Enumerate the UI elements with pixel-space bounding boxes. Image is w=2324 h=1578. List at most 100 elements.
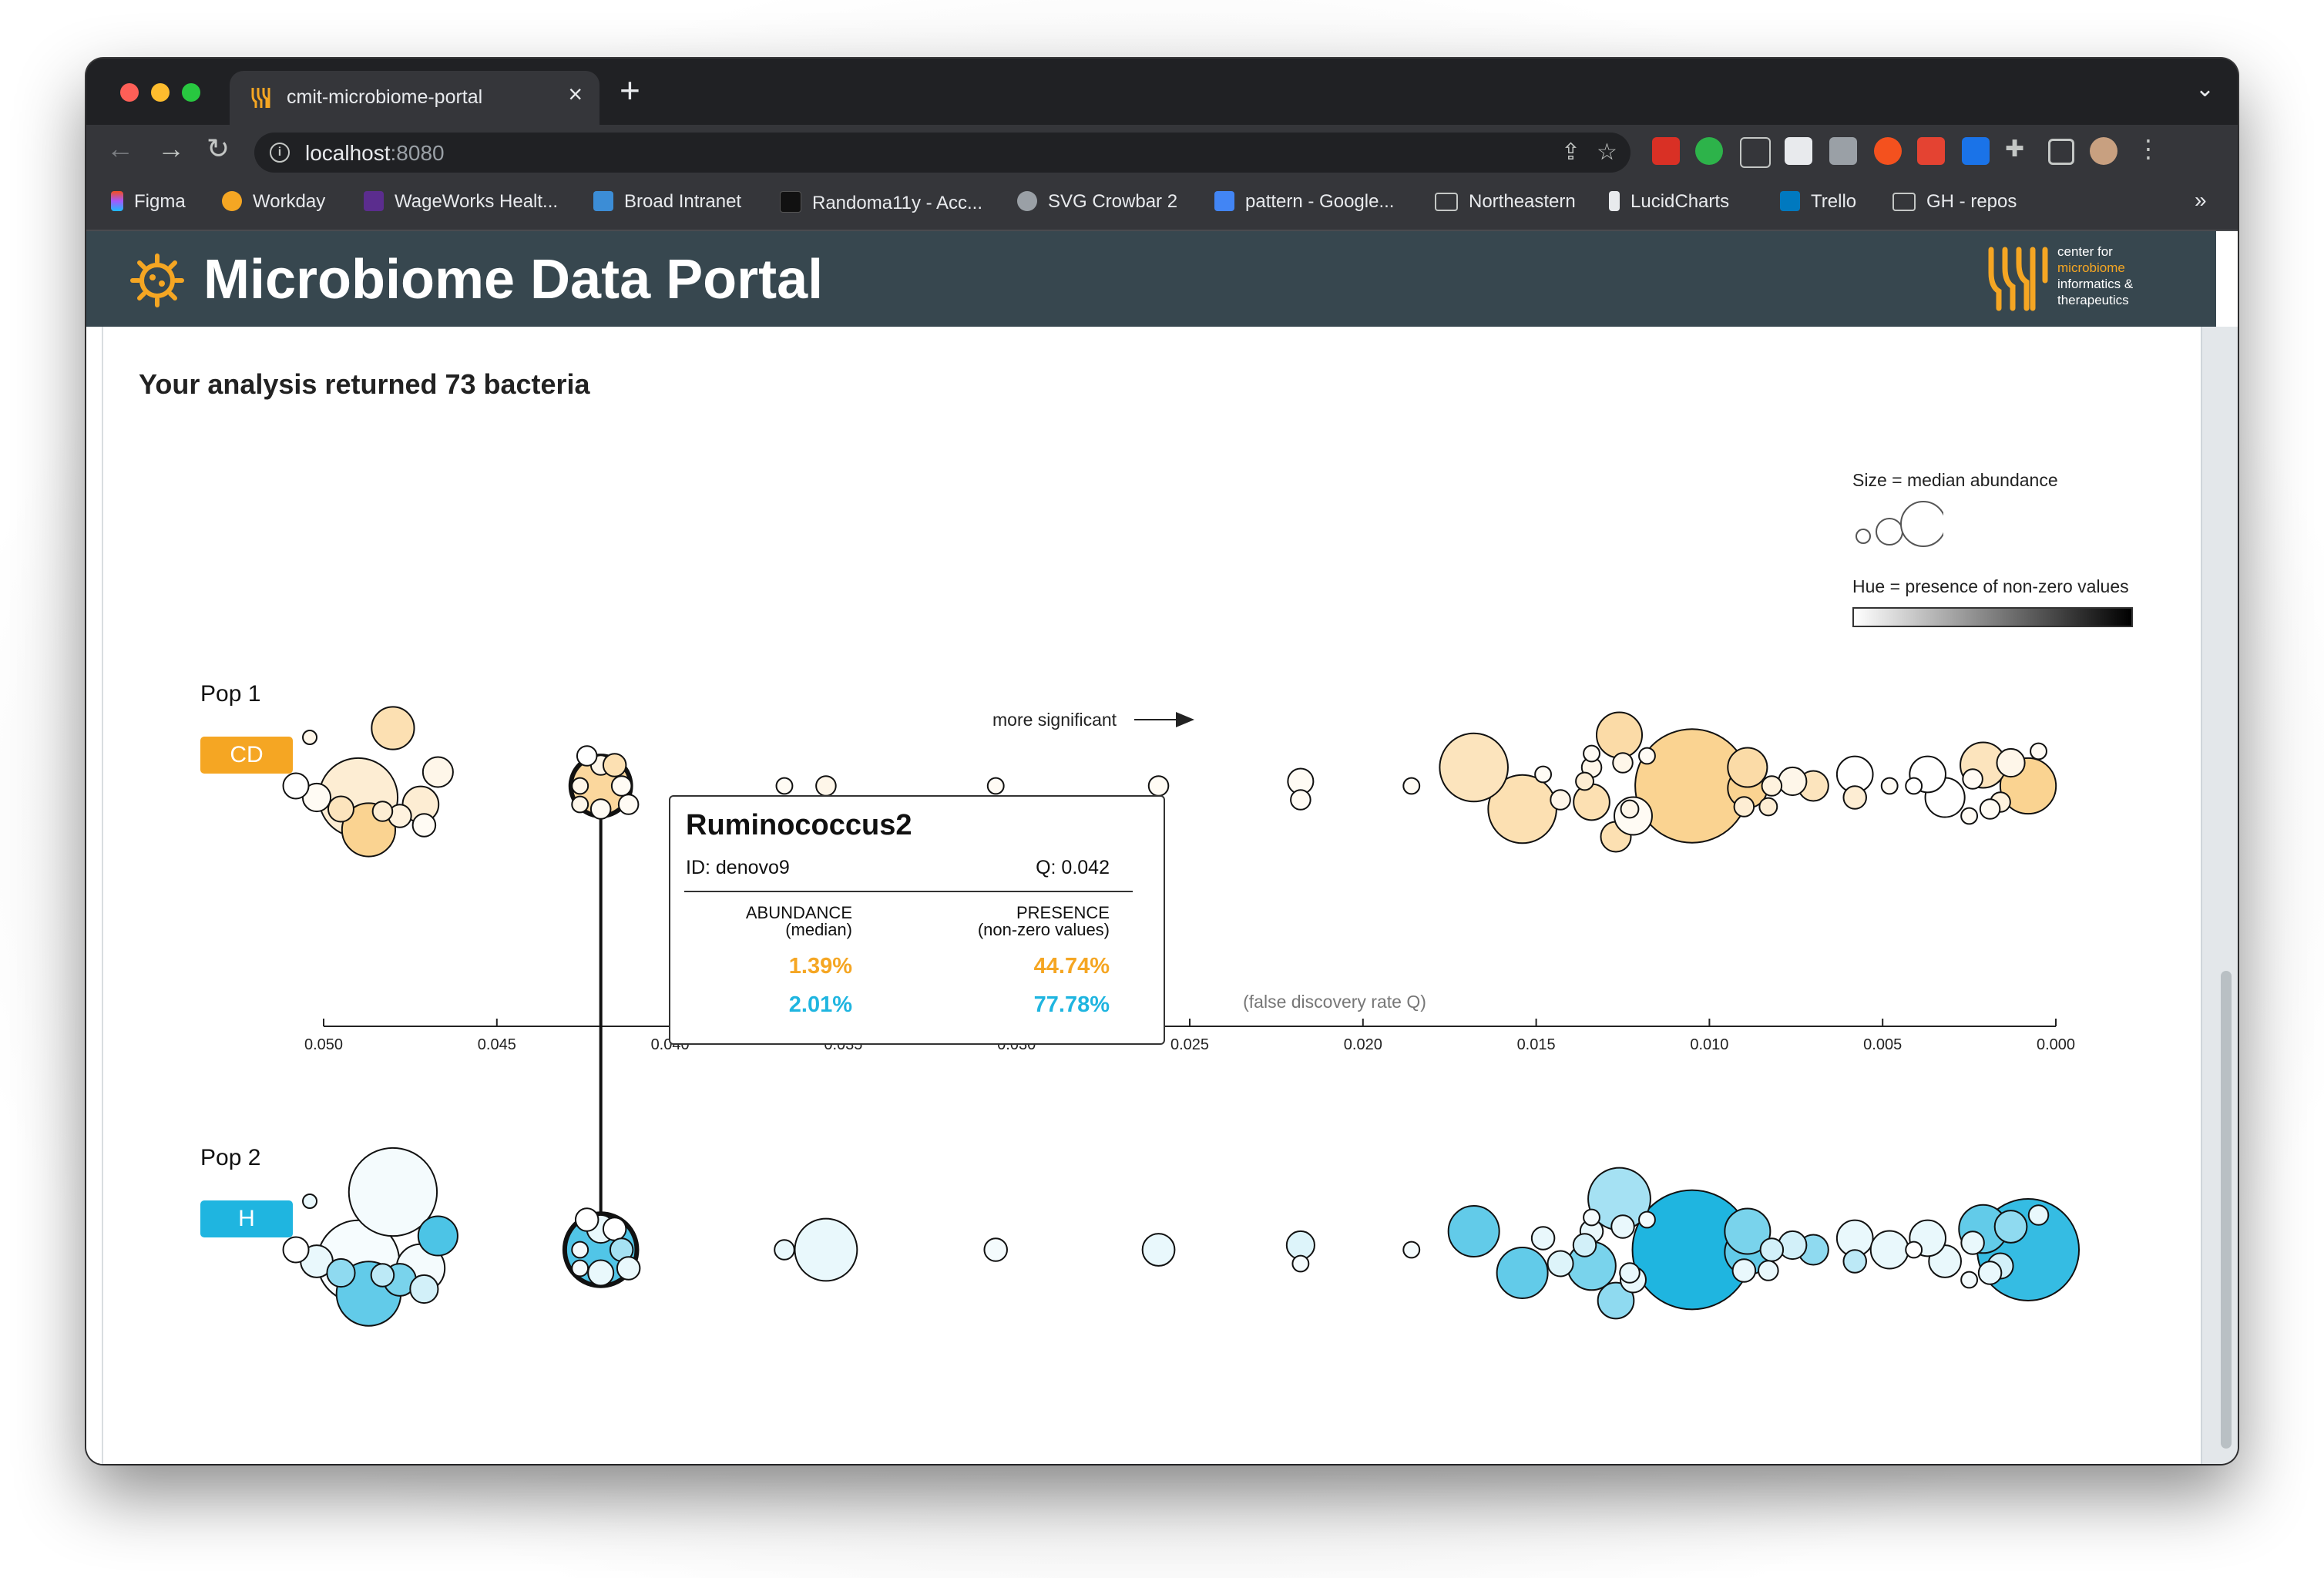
bacteria-bubble-pop2[interactable]	[1496, 1247, 1549, 1299]
bacteria-bubble-pop2[interactable]	[1610, 1214, 1635, 1239]
extensions-puzzle-icon[interactable]: ✚	[2005, 136, 2024, 163]
bacteria-bubble-pop2[interactable]	[282, 1236, 310, 1264]
zoom-window-button[interactable]	[182, 83, 200, 102]
bacteria-bubble-pop2[interactable]	[2027, 1204, 2050, 1226]
bacteria-bubble-pop2[interactable]	[409, 1274, 439, 1304]
side-panel-icon[interactable]	[2048, 139, 2074, 165]
bacteria-bubble-pop1[interactable]	[1620, 799, 1640, 819]
bacteria-bubble-pop1[interactable]	[1638, 747, 1656, 765]
bacteria-bubble-pop1[interactable]	[371, 706, 415, 750]
page-scrollbar-track[interactable]	[2201, 327, 2238, 1464]
bacteria-bubble-pop2[interactable]	[1960, 1271, 1979, 1289]
bacteria-bubble-pop2[interactable]	[1572, 1233, 1597, 1257]
tab-search-chevron-icon[interactable]: ⌄	[2195, 76, 2215, 102]
reload-icon[interactable]: ↻	[207, 133, 230, 165]
tab-close-icon[interactable]: ×	[568, 80, 583, 109]
bacteria-bubble-pop1[interactable]	[1996, 747, 2026, 778]
bacteria-bubble-pop1[interactable]	[610, 775, 633, 797]
bacteria-bubble-pop1[interactable]	[1595, 711, 1644, 759]
bookmark-figma[interactable]: Figma	[111, 191, 186, 219]
bacteria-bubble-pop1[interactable]	[1761, 775, 1783, 797]
bacteria-bubble-pop2[interactable]	[1402, 1241, 1421, 1259]
bacteria-bubble-pop1[interactable]	[1290, 789, 1311, 811]
bacteria-bubble-pop2[interactable]	[1869, 1230, 1909, 1270]
bacteria-bubble-pop1[interactable]	[1905, 777, 1923, 795]
bacteria-bubble-pop2[interactable]	[326, 1257, 356, 1288]
bacteria-bubble-pop1[interactable]	[775, 777, 794, 795]
bookmark-trello[interactable]: Trello	[1780, 191, 1856, 219]
bacteria-bubble-pop2[interactable]	[417, 1215, 458, 1257]
forward-arrow-icon[interactable]: →	[157, 133, 185, 165]
bookmark-svg-crowbar[interactable]: SVG Crowbar 2	[1017, 191, 1177, 219]
extension-plus-icon[interactable]	[1874, 137, 1902, 165]
bacteria-bubble-pop1[interactable]	[1842, 785, 1867, 810]
browser-tab[interactable]: cmit-microbiome-portal ×	[230, 71, 599, 126]
bacteria-bubble-pop2[interactable]	[1758, 1260, 1779, 1281]
bacteria-bubble-pop1[interactable]	[421, 756, 454, 788]
bacteria-bubble-pop2[interactable]	[574, 1207, 599, 1232]
bookmark-randoma11y[interactable]: Randoma11y - Acc...	[780, 191, 982, 219]
bacteria-bubble-pop2[interactable]	[794, 1217, 858, 1282]
bacteria-bubble-pop2[interactable]	[1447, 1205, 1500, 1257]
bacteria-bubble-pop1[interactable]	[815, 775, 837, 797]
share-icon[interactable]: ⇪	[1561, 139, 1580, 166]
bacteria-bubble-pop2[interactable]	[1291, 1254, 1310, 1273]
bacteria-bubble-pop1[interactable]	[617, 794, 640, 815]
bacteria-bubble-pop1[interactable]	[986, 777, 1005, 795]
bookmark-star-icon[interactable]: ☆	[1597, 139, 1617, 166]
bacteria-bubble-pop1[interactable]	[1402, 777, 1421, 795]
new-tab-button[interactable]: +	[620, 69, 640, 111]
bacteria-bubble-pop1[interactable]	[302, 730, 318, 745]
bacteria-bubble-pop2[interactable]	[774, 1239, 795, 1261]
extension-camera-icon[interactable]	[1829, 137, 1857, 165]
bacteria-bubble-pop1[interactable]	[1778, 766, 1808, 797]
bacteria-bubble-pop2[interactable]	[1547, 1250, 1574, 1278]
bacteria-bubble-pop1[interactable]	[327, 795, 354, 823]
bacteria-bubble-pop1[interactable]	[602, 753, 627, 777]
bacteria-bubble-pop2[interactable]	[1731, 1258, 1757, 1283]
bookmark-workday[interactable]: Workday	[222, 191, 325, 219]
bacteria-bubble-pop2[interactable]	[1977, 1261, 2003, 1285]
profile-avatar[interactable]	[2090, 137, 2117, 165]
bacteria-bubble-pop2[interactable]	[370, 1263, 395, 1288]
extension-todoist-icon[interactable]	[1917, 137, 1945, 165]
bacteria-bubble-pop2[interactable]	[1759, 1237, 1785, 1262]
bacteria-bubble-pop1[interactable]	[411, 813, 437, 838]
bacteria-bubble-pop2[interactable]	[571, 1241, 589, 1259]
bacteria-bubble-pop1[interactable]	[571, 795, 589, 814]
bacteria-bubble-pop1[interactable]	[1960, 807, 1979, 825]
bacteria-bubble-pop1[interactable]	[1727, 747, 1768, 788]
bacteria-bubble-pop1[interactable]	[576, 745, 598, 767]
bacteria-bubble-pop1[interactable]	[371, 801, 394, 822]
bacteria-bubble-pop1[interactable]	[589, 798, 612, 820]
page-scrollbar-thumb[interactable]	[2221, 971, 2232, 1449]
bacteria-bubble-pop1[interactable]	[1573, 783, 1610, 821]
bacteria-bubble-pop2[interactable]	[983, 1237, 1008, 1262]
bacteria-bubble-pop1[interactable]	[1979, 798, 2001, 820]
bacteria-bubble-pop1[interactable]	[1534, 765, 1553, 784]
browser-menu-icon[interactable]: ⋮	[2136, 134, 2161, 163]
bookmark-lucidcharts[interactable]: LucidCharts	[1609, 191, 1729, 219]
bacteria-bubble-pop1[interactable]	[1147, 775, 1170, 797]
bacteria-bubble-pop1[interactable]	[1612, 752, 1634, 774]
bacteria-bubble-pop1[interactable]	[1575, 771, 1594, 791]
bacteria-bubble-pop2[interactable]	[1619, 1262, 1641, 1284]
bacteria-bubble-pop2[interactable]	[1993, 1210, 2028, 1244]
bacteria-bubble-pop2[interactable]	[1141, 1233, 1176, 1267]
bacteria-bubble-pop2[interactable]	[571, 1259, 589, 1278]
extension-pencil-icon[interactable]	[1740, 137, 1771, 168]
bookmarks-overflow-button[interactable]: »	[2195, 188, 2207, 216]
bacteria-bubble-pop2[interactable]	[587, 1259, 615, 1287]
bookmark-pattern-google[interactable]: pattern - Google...	[1214, 191, 1394, 219]
bacteria-bubble-pop1[interactable]	[1583, 744, 1600, 763]
bacteria-bubble-pop2[interactable]	[302, 1194, 318, 1209]
bacteria-bubble-pop2[interactable]	[1905, 1241, 1923, 1259]
bacteria-bubble-pop1[interactable]	[2030, 742, 2047, 760]
bookmark-broad-intranet[interactable]: Broad Intranet	[593, 191, 741, 219]
bacteria-bubble-pop2[interactable]	[1530, 1226, 1556, 1251]
bacteria-bubble-pop1[interactable]	[282, 772, 310, 800]
address-bar[interactable]: i localhost:8080 ⇪ ☆	[254, 133, 1630, 173]
bacteria-bubble-pop2[interactable]	[1583, 1208, 1600, 1227]
bacteria-bubble-pop2[interactable]	[1960, 1231, 1985, 1255]
bacteria-bubble-pop1[interactable]	[1550, 789, 1571, 811]
